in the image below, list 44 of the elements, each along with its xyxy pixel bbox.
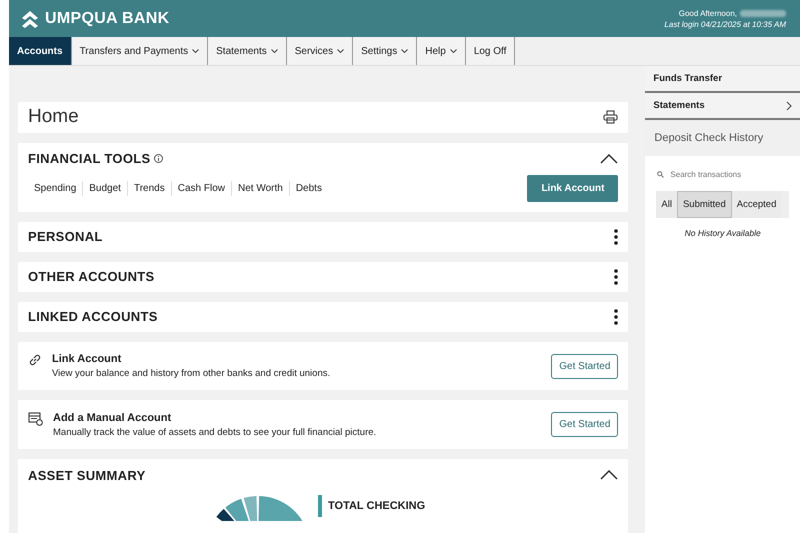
more-options-icon[interactable] [614, 308, 618, 325]
more-options-icon[interactable] [614, 268, 618, 285]
promo-title: Add a Manual Account [53, 412, 172, 424]
ledger-icon [28, 412, 43, 426]
get-started-button[interactable]: Get Started [551, 412, 618, 438]
legend-marker [318, 495, 322, 518]
section-title: FINANCIAL TOOLS [28, 151, 150, 166]
promo-title: Link Account [52, 353, 122, 366]
promo-description: Manually track the value of assets and debts to see your full financial picture. [53, 426, 376, 438]
info-icon[interactable] [154, 154, 164, 164]
greeting-text: Good Afternoon, [678, 8, 737, 18]
sidebar-item[interactable]: Statements [645, 93, 800, 120]
search-icon [657, 171, 664, 178]
legend-title: TOTAL CHECKING [328, 500, 426, 512]
section-title: PERSONAL [28, 229, 103, 244]
sidebar-item[interactable]: Funds Transfer [645, 66, 800, 93]
tool-tab[interactable]: Net Worth [230, 180, 289, 196]
tool-tab[interactable]: Trends [126, 180, 171, 196]
logo-icon [21, 8, 39, 28]
tool-tab[interactable]: Debts [288, 180, 328, 196]
tool-tab[interactable]: Cash Flow [170, 180, 231, 196]
get-started-button[interactable]: Get Started [551, 354, 618, 379]
chevron-right-icon [786, 100, 792, 110]
more-options-icon[interactable] [614, 228, 618, 245]
print-icon[interactable] [603, 110, 618, 124]
nav-tab[interactable]: Accounts [9, 37, 72, 65]
section-title: OTHER ACCOUNTS [28, 269, 154, 284]
link-icon [28, 353, 42, 368]
link-account-button[interactable]: Link Account [527, 174, 618, 202]
tool-tab[interactable]: Budget [82, 180, 127, 196]
bank-name: UMPQUA BANK [45, 10, 170, 28]
redacted-name [740, 10, 786, 16]
search-field[interactable]: Search transactions [670, 170, 780, 179]
filter-tab[interactable]: Submitted [676, 191, 732, 218]
promo-description: View your balance and history from other banks and credit unions. [52, 368, 330, 380]
chevron-up-icon[interactable] [600, 154, 618, 164]
section-title: LINKED ACCOUNTS [28, 309, 158, 324]
chevron-up-icon[interactable] [600, 470, 618, 480]
tool-tab[interactable]: Spending [28, 180, 82, 196]
empty-state-text: No History Available [684, 228, 762, 238]
panel-heading: Deposit Check History [645, 120, 800, 156]
last-login-text: Last login 04/21/2025 at 10:35 AM [664, 20, 786, 28]
page-title: Home [28, 106, 79, 128]
section-title: ASSET SUMMARY [28, 468, 146, 483]
